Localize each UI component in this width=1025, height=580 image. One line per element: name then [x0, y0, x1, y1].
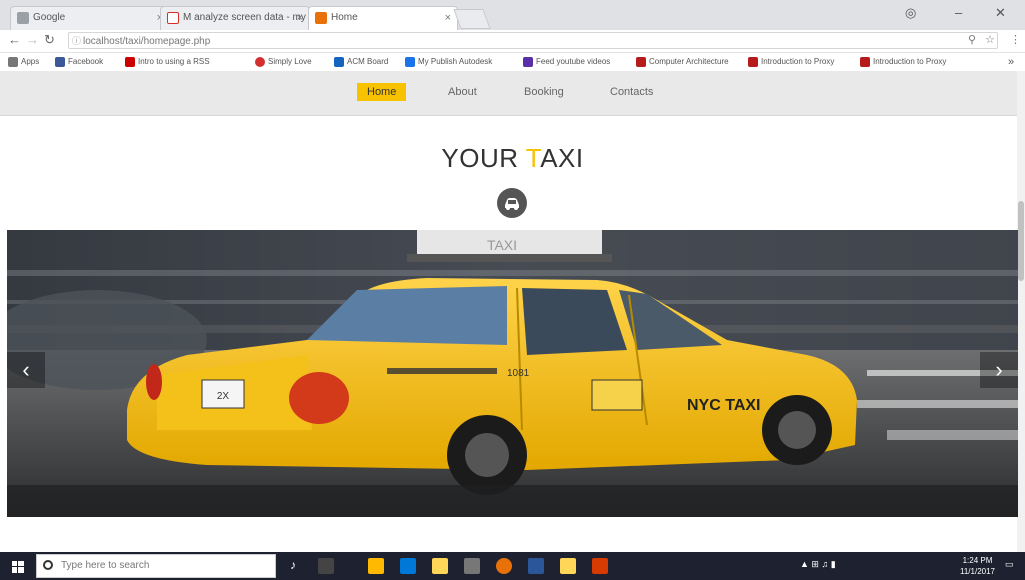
more-bookmarks-icon[interactable]: » — [1008, 53, 1014, 71]
close-icon[interactable]: × — [297, 7, 303, 29]
zoom-icon[interactable]: ⚲ — [968, 33, 976, 46]
title-accent: T — [525, 143, 541, 173]
bookmark-label: Computer Architecture — [649, 57, 729, 66]
browser-tab-google[interactable]: Google × — [10, 6, 170, 30]
tab-label: Home — [331, 12, 358, 23]
reload-icon[interactable]: ↻ — [44, 32, 55, 48]
nav-booking[interactable]: Booking — [524, 86, 564, 98]
scrollbar-thumb[interactable] — [1018, 201, 1024, 281]
bookmark-icon — [334, 57, 344, 67]
cortana-icon — [43, 560, 53, 570]
bookmark-youtube[interactable]: Feed youtube videos — [523, 53, 610, 71]
title-part: YOUR — [441, 143, 526, 173]
address-text: localhost/taxi/homepage.php — [83, 36, 211, 47]
app-icon[interactable] — [368, 558, 384, 574]
bookmark-icon — [748, 57, 758, 67]
hero-carousel[interactable]: TAXI 2X 1081 NYC TAXI ‹ › — [7, 230, 1018, 517]
info-icon: ⓘ — [72, 36, 82, 46]
bookmark-simply-love[interactable]: Simply Love — [255, 53, 312, 71]
nav-home[interactable]: Home — [357, 83, 407, 101]
windows-start-icon[interactable] — [12, 560, 24, 573]
bookmark-proxy-1[interactable]: Introduction to Proxy — [748, 53, 834, 71]
clock-date: 11/1/2017 — [960, 567, 995, 576]
bookmark-rss[interactable]: Intro to using a RSS — [125, 53, 210, 71]
bookmark-label: Feed youtube videos — [536, 57, 611, 66]
browser-tab-home[interactable]: Home × — [308, 6, 458, 30]
site-favicon-icon — [315, 12, 327, 24]
address-input[interactable]: ⓘ localhost/taxi/homepage.php — [68, 32, 998, 49]
bookmark-autodesk[interactable]: My Publish Autodesk — [405, 53, 492, 71]
bookmark-label: Facebook — [68, 57, 104, 66]
gmail-favicon-icon — [167, 12, 179, 24]
bookmark-label: Intro to using a RSS — [138, 57, 210, 66]
carousel-next-button[interactable]: › — [980, 352, 1018, 388]
minimize-icon[interactable]: – — [955, 5, 962, 20]
menu-icon[interactable]: ⋮ — [1010, 33, 1021, 46]
autodesk-icon — [405, 57, 415, 67]
tab-label: M analyze screen data - my — [183, 12, 306, 23]
bookmark-star-icon[interactable]: ☆ — [985, 33, 995, 46]
nav-about[interactable]: About — [448, 86, 477, 98]
new-tab-button[interactable] — [453, 9, 491, 29]
word-icon[interactable] — [528, 558, 544, 574]
bookmarks-bar: Apps Facebook Intro to using a RSS Simpl… — [0, 53, 1025, 72]
chrome-icon[interactable] — [496, 558, 512, 574]
bookmark-label: My Publish Autodesk — [418, 57, 493, 66]
facebook-icon — [55, 57, 65, 67]
task-view-icon[interactable] — [318, 558, 334, 574]
bookmark-icon — [636, 57, 646, 67]
bookmark-acm[interactable]: ACM Board — [334, 53, 388, 71]
close-window-icon[interactable]: ✕ — [995, 5, 1006, 21]
action-center-icon[interactable]: ▭ — [1005, 559, 1014, 570]
roof-sign-text: TAXI — [487, 237, 517, 253]
clock-time: 1:24 PM — [962, 556, 993, 565]
back-icon[interactable]: ← — [8, 32, 21, 47]
search-placeholder: Type here to search — [61, 560, 150, 571]
nyc-taxi-logo-text: NYC TAXI — [687, 397, 760, 414]
powerpoint-icon[interactable] — [592, 558, 608, 574]
bookmark-proxy-2[interactable]: Introduction to Proxy — [860, 53, 946, 71]
bookmark-label: Introduction to Proxy — [761, 57, 835, 66]
bookmark-facebook[interactable]: Facebook — [55, 53, 103, 71]
site-navbar: Home About Booking Contacts — [0, 71, 1025, 116]
taxi-number-text: 1081 — [507, 368, 530, 379]
browser-tab-strip: Google × M analyze screen data - my × Ho… — [0, 0, 1025, 30]
bookmark-label: Simply Love — [268, 57, 312, 66]
circle-icon — [255, 57, 265, 67]
windows-taskbar: Type here to search ♪ ▲ ⊞ ♫ ▮ 1:24 PM 11… — [0, 552, 1025, 580]
taskbar-search-input[interactable]: Type here to search — [36, 554, 276, 578]
file-explorer-icon[interactable] — [432, 558, 448, 574]
taxi-car-icon — [497, 188, 527, 218]
apps-icon — [8, 57, 18, 67]
browser-tab-gmail[interactable]: M analyze screen data - my × — [160, 6, 310, 30]
address-bar-row: ← → ↻ ⓘ localhost/taxi/homepage.php ⚲ ☆ … — [0, 30, 1025, 53]
bookmark-apps[interactable]: Apps — [8, 53, 39, 71]
youtube-icon — [125, 57, 135, 67]
notification-tray-icons[interactable]: ▲ ⊞ ♫ ▮ — [800, 559, 836, 570]
folder-icon[interactable] — [560, 558, 576, 574]
title-part: AXI — [540, 143, 584, 173]
tab-label: Google — [33, 12, 66, 23]
mic-icon[interactable]: ♪ — [290, 558, 306, 574]
bookmark-architecture[interactable]: Computer Architecture — [636, 53, 729, 71]
plate-text: 2X — [217, 391, 230, 402]
nav-contacts[interactable]: Contacts — [610, 86, 653, 98]
close-icon[interactable]: × — [445, 7, 451, 29]
bookmark-label: Apps — [21, 57, 40, 66]
carousel-prev-button[interactable]: ‹ — [7, 352, 45, 388]
store-icon[interactable] — [464, 558, 480, 574]
profile-icon[interactable]: ◎ — [905, 5, 916, 21]
taskbar-clock[interactable]: 1:24 PM 11/1/2017 — [960, 555, 995, 577]
edge-icon[interactable] — [400, 558, 416, 574]
bookmark-label: Introduction to Proxy — [873, 57, 947, 66]
taxi-photo: TAXI 2X 1081 NYC TAXI — [7, 230, 1018, 517]
bookmark-icon — [523, 57, 533, 67]
google-favicon-icon — [17, 12, 29, 24]
bookmark-icon — [860, 57, 870, 67]
site-title: YOUR TAXI — [0, 143, 1025, 174]
bookmark-label: ACM Board — [347, 57, 389, 66]
forward-icon[interactable]: → — [26, 32, 39, 47]
